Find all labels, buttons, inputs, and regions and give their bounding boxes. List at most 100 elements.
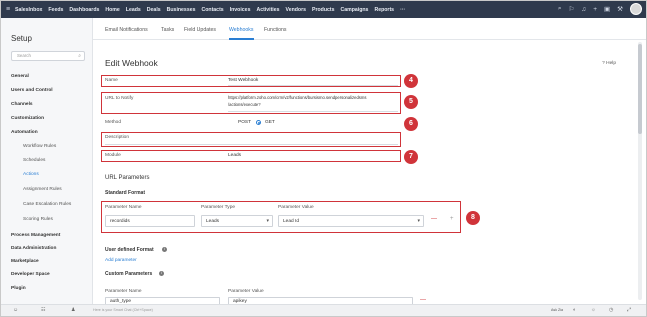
method-get-label[interactable]: GET: [265, 120, 275, 125]
nav-businesses[interactable]: Businesses: [167, 7, 196, 13]
sidebar-item-process-management[interactable]: Process Management: [11, 233, 60, 238]
name-input[interactable]: Test Webhook: [228, 78, 258, 83]
ask-zia-label[interactable]: Ask Zia: [551, 308, 563, 312]
param-value-header: Parameter Value: [278, 205, 314, 210]
tab-field-updates[interactable]: Field Updates: [184, 27, 216, 33]
param-value-select[interactable]: Lead Id ▾: [278, 215, 424, 227]
nav-activities[interactable]: Activities: [256, 7, 279, 13]
search-placeholder: Search: [17, 53, 31, 58]
sidebar-item-marketplace[interactable]: Marketplace: [11, 259, 39, 264]
calendar-icon[interactable]: ▣: [604, 5, 610, 13]
sidebar-item-scoring-rules[interactable]: Scoring Rules: [23, 217, 53, 222]
callout-badge-5: 5: [404, 95, 418, 109]
param-type-value: Leads: [206, 218, 220, 224]
sidebar-item-general[interactable]: General: [11, 74, 29, 79]
nav-campaigns[interactable]: Campaigns: [340, 7, 368, 13]
chat-icon[interactable]: ☺: [13, 307, 18, 313]
nav-icon-group: ⌕ ⚐ ♫ + ▣ ⚒: [558, 3, 642, 15]
description-input[interactable]: [105, 144, 398, 145]
url-parameters-title: URL Parameters: [105, 175, 150, 181]
method-post-label[interactable]: POST: [238, 120, 251, 125]
module-label: Module: [105, 153, 121, 158]
tab-tasks[interactable]: Tasks: [161, 27, 174, 33]
param-type-header: Parameter Type: [201, 205, 236, 210]
callout-badge-8: 8: [466, 211, 480, 225]
add-row-icon[interactable]: +: [450, 216, 454, 222]
url-input-line1[interactable]: https://platform.zoho.com/crm/v2/functio…: [228, 95, 366, 100]
tab-webhooks[interactable]: Webhooks: [229, 27, 253, 33]
sidebar-item-data-administration[interactable]: Data Administration: [11, 246, 56, 251]
avatar[interactable]: [630, 3, 642, 15]
notification-icon[interactable]: ♫: [581, 6, 586, 13]
tab-functions[interactable]: Functions: [264, 27, 287, 33]
info-icon[interactable]: i: [159, 271, 164, 276]
bulb-icon[interactable]: ☼: [591, 307, 596, 313]
add-parameter-link[interactable]: Add parameter: [105, 258, 137, 263]
expand-icon[interactable]: ⤢: [627, 307, 631, 313]
custom-param-value-header: Parameter Value: [228, 289, 264, 294]
sidebar-item-assignment-rules[interactable]: Assignment Rules: [23, 187, 62, 192]
module-highlight: [101, 150, 401, 162]
add-icon[interactable]: +: [593, 6, 597, 13]
module-value[interactable]: Leads: [228, 153, 241, 158]
name-label: Name: [105, 78, 118, 83]
standard-format-title: Standard Format: [105, 190, 146, 196]
clock-icon[interactable]: ◷: [609, 307, 613, 313]
contacts-icon[interactable]: ♟: [71, 307, 75, 313]
nav-contacts[interactable]: Contacts: [201, 7, 223, 13]
param-value-value: Lead Id: [283, 218, 300, 224]
setup-sidebar: Setup Search ⌕ General Users and Control…: [1, 18, 93, 304]
page-title: Edit Webhook: [105, 58, 158, 68]
nav-more[interactable]: ···: [400, 7, 405, 13]
channels-icon[interactable]: ☷: [41, 307, 45, 313]
zia-icon[interactable]: ◐: [573, 307, 576, 313]
sidebar-item-schedules[interactable]: Schedules: [23, 158, 45, 163]
nav-feeds[interactable]: Feeds: [48, 7, 63, 13]
nav-deals[interactable]: Deals: [147, 7, 161, 13]
active-tab-indicator: [229, 38, 254, 40]
name-underline: [228, 85, 398, 86]
info-icon[interactable]: i: [162, 247, 167, 252]
remove-row-icon[interactable]: —: [431, 216, 437, 222]
nav-invoices[interactable]: Invoices: [230, 7, 251, 13]
settings-icon[interactable]: ⚒: [617, 5, 623, 13]
callout-badge-6: 6: [404, 117, 418, 131]
nav-leads[interactable]: Leads: [126, 7, 141, 13]
sidebar-title: Setup: [11, 34, 32, 43]
sidebar-item-automation[interactable]: Automation: [11, 130, 38, 135]
url-label: URL to Notify: [105, 96, 134, 101]
sidebar-item-plugin[interactable]: Plugin: [11, 286, 26, 291]
help-icon: ?: [602, 61, 605, 66]
tab-bar: Email Notifications Tasks Field Updates …: [93, 18, 646, 40]
hamburger-icon[interactable]: ≡: [1, 1, 15, 18]
nav-home[interactable]: Home: [105, 7, 119, 13]
nav-salesinbox[interactable]: SalesInbox: [15, 7, 42, 13]
help-link[interactable]: ? Help: [602, 61, 616, 66]
nav-dashboards[interactable]: Dashboards: [69, 7, 99, 13]
method-get-radio[interactable]: [256, 120, 261, 125]
url-underline: [228, 111, 398, 112]
url-input-line2[interactable]: /actions/execute?: [228, 102, 261, 107]
nav-vendors[interactable]: Vendors: [286, 7, 306, 13]
help-label: Help: [606, 61, 616, 66]
sidebar-item-case-escalation-rules[interactable]: Case Escalation Rules: [23, 202, 71, 207]
sidebar-item-users-and-control[interactable]: Users and Control: [11, 88, 53, 93]
sidebar-item-workflow-rules[interactable]: Workflow Rules: [23, 144, 56, 149]
bell-icon[interactable]: ⚐: [569, 5, 575, 13]
tab-email-notifications[interactable]: Email Notifications: [105, 27, 148, 33]
param-name-input[interactable]: recordids: [105, 215, 195, 227]
remove-custom-row-icon[interactable]: —: [420, 297, 426, 303]
smart-chat-input[interactable]: Here is your Smart Chat (Ctrl+Space): [93, 308, 153, 312]
search-icon: ⌕: [78, 53, 81, 59]
nav-products[interactable]: Products: [312, 7, 334, 13]
nav-reports[interactable]: Reports: [374, 7, 394, 13]
chevron-down-icon: ▾: [417, 218, 420, 224]
sidebar-item-channels[interactable]: Channels: [11, 102, 33, 107]
search-icon[interactable]: ⌕: [558, 5, 562, 13]
param-type-select[interactable]: Leads ▾: [201, 215, 273, 227]
sidebar-search-input[interactable]: Search ⌕: [11, 51, 85, 61]
sidebar-item-developer-space[interactable]: Developer Space: [11, 272, 50, 277]
scrollbar-thumb[interactable]: [638, 44, 642, 134]
sidebar-item-customization[interactable]: Customization: [11, 116, 44, 121]
sidebar-item-actions[interactable]: Actions: [23, 172, 39, 177]
